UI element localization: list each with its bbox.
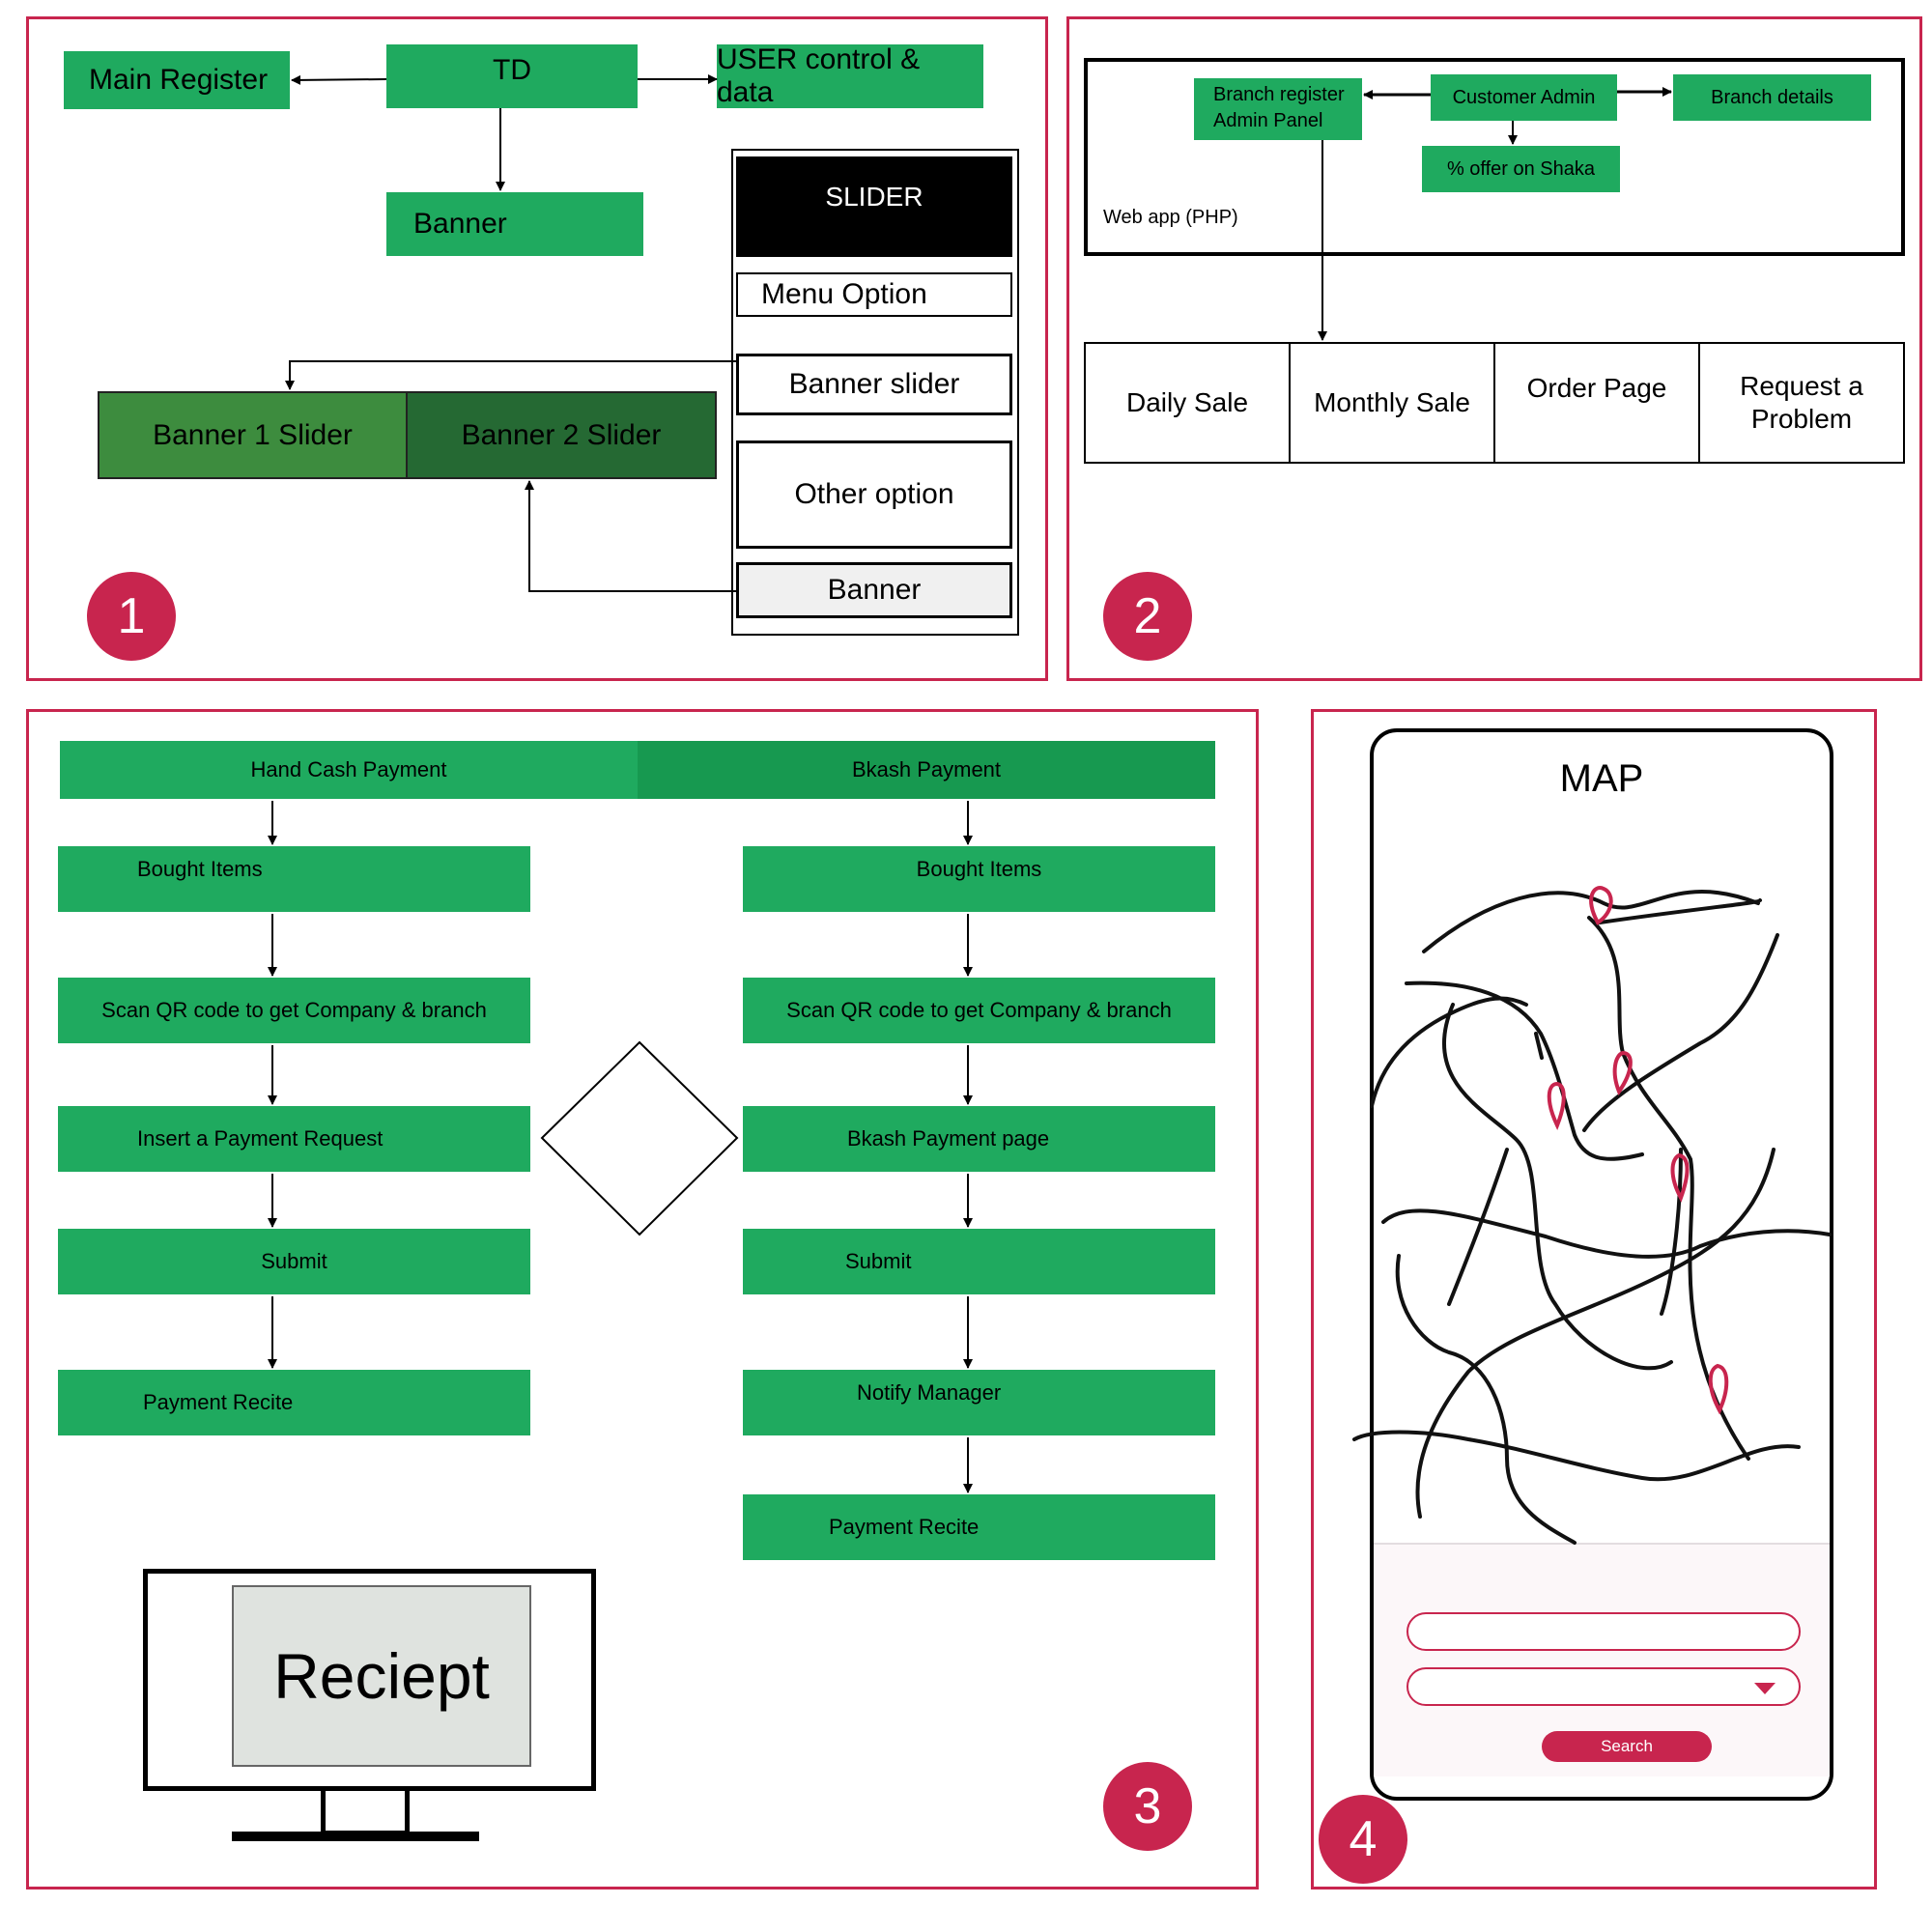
slider-header: SLIDER [736, 156, 1012, 257]
branch-register-box: Branch register Admin Panel [1194, 78, 1362, 140]
offer-box: % offer on Shaka [1422, 146, 1620, 192]
search-button-label: Search [1601, 1737, 1653, 1755]
right-step-1-label: Bought Items [916, 857, 1042, 881]
panel-2-number: 2 [1133, 588, 1162, 644]
user-control-box: USER control & data [717, 43, 983, 108]
other-option-label: Other option [794, 478, 954, 510]
right-step-5-label: Notify Manager [857, 1380, 1002, 1405]
left-step-bought-items: Bought Items [58, 846, 530, 912]
banner-box: Banner [386, 192, 643, 256]
hand-cash-header: Hand Cash Payment [60, 741, 638, 799]
banner-item-label: Banner [827, 574, 922, 606]
discount-diamond-text: % Discount [541, 1101, 734, 1157]
menu-option-item[interactable]: Menu Option [736, 272, 1012, 317]
left-step-4-label: Submit [261, 1249, 327, 1273]
tab-daily-sale-label: Daily Sale [1125, 387, 1249, 417]
menu-option-label: Menu Option [761, 278, 927, 310]
banner-slider-label: Banner slider [788, 368, 960, 400]
monitor-base [232, 1832, 479, 1841]
receipt-label: Reciept [273, 1640, 490, 1712]
banner-label: Banner [413, 208, 507, 240]
panel-3-number: 3 [1133, 1778, 1162, 1834]
panel-1-number: 1 [117, 588, 146, 644]
left-step-2-label: Scan QR code to get Company & branch [101, 998, 487, 1022]
customer-admin-label: Customer Admin [1452, 86, 1596, 108]
panel-4-badge: 4 [1319, 1795, 1407, 1884]
slider-label: SLIDER [825, 182, 923, 212]
tab-request-line1: Request a [1740, 371, 1863, 401]
tab-row: Daily Sale Monthly Sale Order Page Reque… [1084, 342, 1905, 464]
banner1-slider-box: Banner 1 Slider [98, 391, 408, 479]
other-option-item[interactable]: Other option [736, 440, 1012, 549]
tab-request-problem[interactable]: Request a Problem [1700, 344, 1903, 462]
right-step-bkash-page: Bkash Payment page [743, 1106, 1215, 1172]
td-label: TD [493, 54, 531, 86]
right-step-3-label: Bkash Payment page [847, 1126, 1050, 1151]
hand-cash-label: Hand Cash Payment [250, 757, 447, 781]
customer-admin-box: Customer Admin [1431, 74, 1617, 121]
right-step-4-label: Submit [845, 1249, 912, 1273]
tab-monthly-sale-label: Monthly Sale [1314, 387, 1470, 417]
banner2-slider-label: Banner 2 Slider [461, 418, 662, 451]
branch-register-line2: Admin Panel [1213, 110, 1323, 131]
map-title: MAP [1559, 757, 1644, 800]
chevron-down-icon [1754, 1683, 1776, 1694]
right-step-6-label: Payment Recite [829, 1515, 980, 1539]
left-step-5-label: Payment Recite [143, 1390, 294, 1414]
user-control-label: USER control & data [717, 43, 921, 108]
right-step-scan-qr: Scan QR code to get Company & branch [743, 978, 1215, 1043]
left-step-3-label: Insert a Payment Request [137, 1126, 384, 1151]
offer-label: % offer on Shaka [1446, 157, 1596, 180]
td-box: TD [386, 44, 638, 108]
discount-label: Discount [596, 1131, 679, 1155]
branch-register-line1: Branch register [1213, 84, 1345, 105]
tab-order-page-label: Order Page [1526, 373, 1667, 403]
banner1-slider-label: Banner 1 Slider [153, 418, 353, 451]
search-button[interactable]: Search [1542, 1731, 1712, 1762]
main-register-label: Main Register [89, 64, 269, 96]
left-step-insert-payment: Insert a Payment Request [58, 1106, 530, 1172]
banner2-slider-box: Banner 2 Slider [406, 391, 717, 479]
tab-monthly-sale[interactable]: Monthly Sale [1291, 344, 1495, 462]
banner-item[interactable]: Banner [736, 562, 1012, 618]
tab-order-page[interactable]: Order Page [1495, 344, 1700, 462]
panel-2-badge: 2 [1103, 572, 1192, 661]
right-step-submit: Submit [743, 1229, 1215, 1294]
left-step-1-label: Bought Items [137, 857, 263, 881]
tab-daily-sale[interactable]: Daily Sale [1086, 344, 1291, 462]
map-select[interactable] [1406, 1667, 1801, 1706]
panel-3-badge: 3 [1103, 1762, 1192, 1851]
main-register-box: Main Register [64, 51, 290, 109]
right-step-notify-manager: Notify Manager [743, 1370, 1215, 1435]
right-step-bought-items: Bought Items [743, 846, 1215, 912]
tab-request-line2: Problem [1750, 404, 1853, 434]
right-step-payment-recite: Payment Recite [743, 1494, 1215, 1560]
bkash-label: Bkash Payment [851, 757, 1002, 781]
branch-details-box: Branch details [1673, 74, 1871, 121]
bkash-header: Bkash Payment [638, 741, 1215, 799]
map-search-input[interactable] [1406, 1612, 1801, 1651]
web-app-label: Web app (PHP) [1103, 207, 1238, 228]
receipt-screen: Reciept [232, 1585, 531, 1767]
monitor-stand [321, 1790, 410, 1835]
branch-details-label: Branch details [1711, 86, 1833, 108]
banner-slider-item[interactable]: Banner slider [736, 354, 1012, 415]
left-step-scan-qr: Scan QR code to get Company & branch [58, 978, 530, 1043]
panel-4-number: 4 [1349, 1811, 1378, 1867]
left-step-submit: Submit [58, 1229, 530, 1294]
discount-symbol: % [628, 1103, 647, 1127]
left-step-payment-recite: Payment Recite [58, 1370, 530, 1435]
panel-1-badge: 1 [87, 572, 176, 661]
right-step-2-label: Scan QR code to get Company & branch [786, 998, 1172, 1022]
